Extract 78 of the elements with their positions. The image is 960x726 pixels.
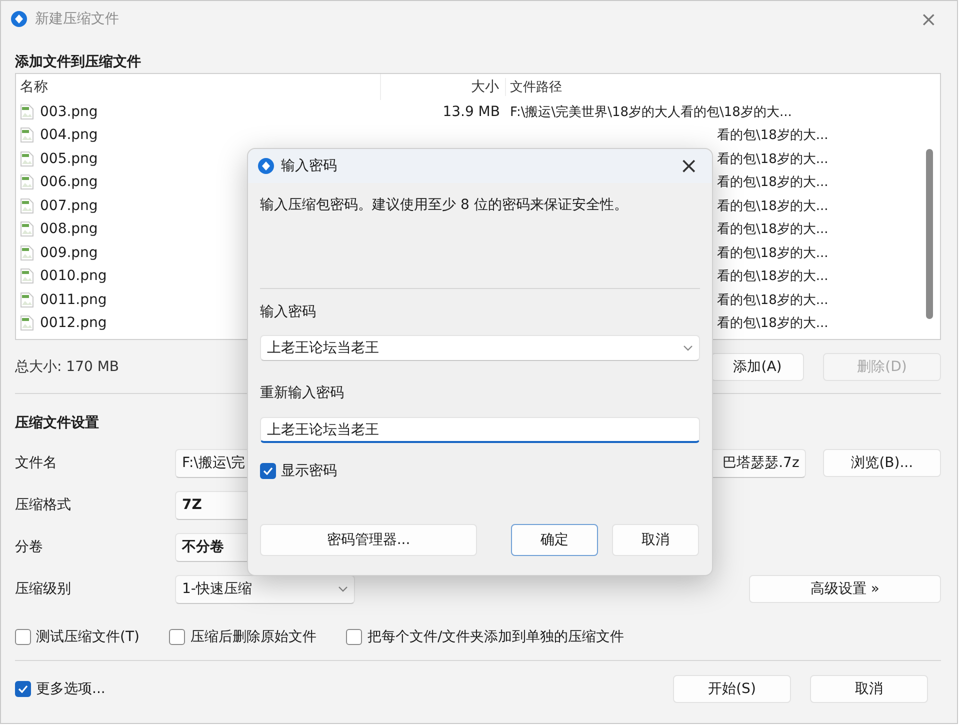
checkbox[interactable] xyxy=(260,463,276,479)
field-label: 压缩格式 xyxy=(15,496,72,514)
file-name: 007.png xyxy=(40,198,98,214)
start-button[interactable]: 开始(S) xyxy=(673,674,791,702)
scrollbar-thumb[interactable] xyxy=(926,149,933,319)
close-button[interactable]: × xyxy=(916,7,941,31)
close-button[interactable]: × xyxy=(676,154,702,178)
column-header[interactable]: 大小 xyxy=(381,78,506,96)
field-label: 文件名 xyxy=(15,454,58,472)
image-file-icon xyxy=(20,221,34,238)
image-file-icon xyxy=(20,104,34,120)
field-label: 分卷 xyxy=(15,538,44,556)
chevron-down-icon xyxy=(683,345,693,351)
ok-button[interactable]: 确定 xyxy=(511,524,598,556)
window-title: 新建压缩文件 xyxy=(35,10,120,28)
field-label: 压缩级别 xyxy=(15,580,72,598)
checkbox[interactable] xyxy=(169,629,186,645)
checkbox-label[interactable]: 测试压缩文件(T) xyxy=(36,628,140,646)
confirm-password-field[interactable]: 上老王论坛当老王 xyxy=(260,417,700,443)
file-size: 13.9 MB xyxy=(442,104,501,120)
file-path: 看的包\18岁的大... xyxy=(717,268,828,286)
section-heading: 添加文件到压缩文件 xyxy=(15,53,141,72)
advanced-settings-button[interactable]: 高级设置 » xyxy=(749,575,941,603)
column-header[interactable]: 文件路径 xyxy=(506,78,866,96)
file-name: 006.png xyxy=(40,174,98,190)
file-name: 009.png xyxy=(40,244,98,261)
image-file-icon xyxy=(20,315,34,332)
image-file-icon xyxy=(20,292,34,308)
image-file-icon xyxy=(20,244,34,261)
password-field[interactable]: 上老王论坛当老王 xyxy=(260,335,700,361)
section-heading: 压缩文件设置 xyxy=(15,414,99,433)
browse-button[interactable]: 浏览(B)... xyxy=(823,449,941,477)
column-header[interactable]: 名称 xyxy=(20,74,381,100)
checkbox-label[interactable]: 压缩后删除原始文件 xyxy=(190,628,316,646)
field-value: F:\搬运\完 xyxy=(182,454,246,472)
dialog-message: 输入压缩包密码。建议使用至少 8 位的密码来保证安全性。 xyxy=(260,196,629,215)
cancel-button[interactable]: 取消 xyxy=(612,524,699,556)
image-file-icon xyxy=(20,150,34,167)
file-name: 0011.png xyxy=(40,292,107,308)
file-path: 看的包\18岁的大... xyxy=(717,198,828,215)
field-label: 输入密码 xyxy=(260,303,317,322)
chevron-down-icon xyxy=(338,586,348,592)
file-name: 004.png xyxy=(40,127,98,144)
app-icon xyxy=(11,11,27,27)
file-name: 008.png xyxy=(40,221,98,238)
cancel-button[interactable]: 取消 xyxy=(810,674,928,702)
file-name: 0010.png xyxy=(40,268,107,284)
dropdown[interactable]: 1-快速压缩 xyxy=(175,574,355,604)
file-path: F:\搬运\完美世界\18岁的大人看的包\18岁的大... xyxy=(509,104,793,121)
image-file-icon xyxy=(20,174,34,190)
file-path: 看的包\18岁的大... xyxy=(717,174,828,192)
checkbox[interactable] xyxy=(15,680,31,696)
checkbox-label[interactable]: 把每个文件/文件夹添加到单独的压缩文件 xyxy=(367,628,624,646)
checkbox[interactable] xyxy=(346,629,362,645)
dialog-title: 输入密码 xyxy=(281,157,338,175)
checkmark-icon xyxy=(18,684,28,692)
file-path: 看的包\18岁的大... xyxy=(717,150,828,168)
checkbox[interactable] xyxy=(15,629,31,645)
image-file-icon xyxy=(20,268,34,284)
image-file-icon xyxy=(20,127,34,144)
field-label: 重新输入密码 xyxy=(260,384,345,403)
field-value: 巴塔瑟瑟.7z xyxy=(722,454,800,472)
password-manager-button[interactable]: 密码管理器... xyxy=(260,524,477,556)
file-name: 0012.png xyxy=(40,315,107,332)
image-file-icon xyxy=(20,198,34,214)
file-path: 看的包\18岁的大... xyxy=(717,127,828,144)
file-name: 003.png xyxy=(40,104,98,120)
checkbox-label[interactable]: 显示密码 xyxy=(281,462,337,480)
file-name: 005.png xyxy=(40,150,98,167)
add-button[interactable]: 添加(A) xyxy=(711,353,804,381)
total-size: 总大小: 170 MB xyxy=(15,358,120,376)
file-path: 看的包\18岁的大... xyxy=(717,221,828,238)
checkmark-icon xyxy=(263,467,273,475)
app-icon xyxy=(258,158,274,174)
file-path: 看的包\18岁的大... xyxy=(717,315,828,332)
file-path: 看的包\18岁的大... xyxy=(717,244,828,262)
checkbox-label[interactable]: 更多选项... xyxy=(36,680,106,698)
file-path: 看的包\18岁的大... xyxy=(717,292,828,309)
